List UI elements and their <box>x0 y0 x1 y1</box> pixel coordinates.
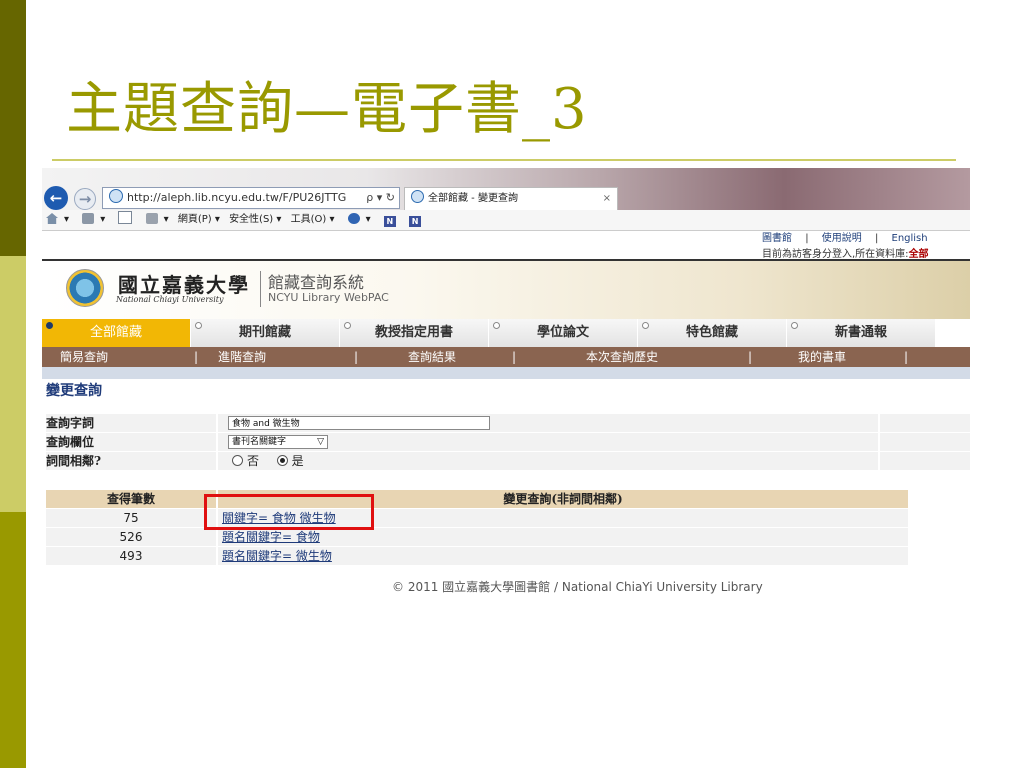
tab-dot-icon <box>46 322 53 329</box>
left-accent-bar-bottom <box>0 512 26 768</box>
row-count: 526 <box>119 530 143 544</box>
link-separator: | <box>805 233 809 244</box>
table-row: 493 題名關鍵字= 微生物 <box>46 547 908 565</box>
tab-dot-icon <box>642 322 649 329</box>
top-links: 圖書館 | 使用說明 | English <box>762 232 928 245</box>
tab-globe-icon <box>411 190 424 203</box>
university-name-cn: 國立嘉義大學 <box>118 273 250 297</box>
results-header: 查得筆數 變更查詢(非詞間相鄰) <box>46 490 908 508</box>
tab-dot-icon <box>344 322 351 329</box>
menu-tools[interactable]: 工具(O) ▾ <box>291 214 335 225</box>
col-count: 查得筆數 <box>106 492 155 506</box>
subnav-my-cart[interactable]: 我的書車 <box>798 347 846 367</box>
address-tools[interactable]: ρ ▾ ↻ <box>366 188 395 208</box>
forward-arrow-icon[interactable]: → <box>74 188 96 210</box>
footer-copyright: © 2011 國立嘉義大學圖書館 / National ChiaYi Unive… <box>392 580 763 594</box>
tab-all-collections[interactable]: 全部館藏 <box>42 319 191 347</box>
row-count: 75 <box>123 511 139 525</box>
chevron-down-icon: ▽ <box>317 437 324 447</box>
query-input[interactable]: 食物 and 微生物 <box>228 416 490 430</box>
command-bar: ▾ ▾ ▾ 網頁(P) ▾ 安全性(S) ▾ 工具(O) ▾ ▾ N N <box>42 210 970 231</box>
help-icon[interactable] <box>347 213 360 224</box>
tab-dot-icon <box>493 322 500 329</box>
radio-no-label: 否 <box>247 454 260 468</box>
tab-dot-icon <box>791 322 798 329</box>
left-accent-bar-top <box>0 0 26 256</box>
title-divider <box>52 159 956 161</box>
link-help[interactable]: 使用說明 <box>822 233 862 244</box>
form-row-query: 查詢字詞 食物 and 微生物 <box>46 414 970 432</box>
row-query-link[interactable]: 題名關鍵字= 食物 <box>222 528 320 546</box>
radio-yes-label: 是 <box>291 454 304 468</box>
menu-security[interactable]: 安全性(S) ▾ <box>229 214 281 225</box>
browser-screenshot: ← → http://aleph.lib.ncyu.edu.tw/F/PU26J… <box>42 168 970 600</box>
form-row-field: 查詢欄位 書刊名關鍵字 ▽ <box>46 433 970 451</box>
tab-theses[interactable]: 學位論文 <box>489 319 638 347</box>
adjacent-options: 否 是 <box>232 452 304 470</box>
sub-navigation: 簡易查詢 | 進階查詢 | 查詢結果 | 本次查詢歷史 | 我的書車 | <box>42 347 970 367</box>
subnav-separator: | <box>512 350 517 364</box>
link-english[interactable]: English <box>892 233 928 244</box>
address-bar[interactable]: http://aleph.lib.ncyu.edu.tw/F/PU26JTTG … <box>102 187 400 209</box>
form-row-adjacent: 詞間相鄰? 否 是 <box>46 452 970 470</box>
subnav-basic-search[interactable]: 簡易查詢 <box>60 347 108 367</box>
browser-tab[interactable]: 全部館藏 - 變更查詢 × <box>404 187 618 210</box>
menu-page[interactable]: 網頁(P) ▾ <box>178 214 220 225</box>
subnav-band <box>42 367 970 379</box>
row-count: 493 <box>119 549 143 563</box>
tab-dot-icon <box>195 322 202 329</box>
subnav-separator: | <box>904 350 909 364</box>
section-title: 變更查詢 <box>46 383 102 399</box>
radio-yes[interactable] <box>276 455 288 466</box>
subnav-history[interactable]: 本次查詢歷史 <box>586 347 658 367</box>
radio-no[interactable] <box>232 455 243 466</box>
query-label: 查詢字詞 <box>46 416 95 430</box>
home-icon[interactable] <box>46 213 58 224</box>
subnav-separator: | <box>354 350 359 364</box>
print-icon[interactable] <box>145 213 158 224</box>
table-row: 75 關鍵字= 食物 微生物 <box>46 509 908 527</box>
subnav-separator: | <box>748 350 753 364</box>
table-row: 526 題名關鍵字= 食物 <box>46 528 908 546</box>
university-name-en: National Chiayi University <box>116 295 224 304</box>
tab-new-books[interactable]: 新書通報 <box>787 319 936 347</box>
main-tabs: 全部館藏 期刊館藏 教授指定用書 學位論文 特色館藏 新書通報 <box>42 319 970 347</box>
field-select[interactable]: 書刊名關鍵字 ▽ <box>228 435 328 449</box>
system-name-cn: 館藏查詢系統 <box>268 273 365 292</box>
subnav-advanced-search[interactable]: 進階查詢 <box>218 347 266 367</box>
banner-divider <box>260 271 261 307</box>
onenote-icon-2[interactable]: N <box>409 216 422 227</box>
tab-journals[interactable]: 期刊館藏 <box>191 319 340 347</box>
tab-title: 全部館藏 - 變更查詢 <box>428 193 518 204</box>
system-name-en: NCYU Library WebPAC <box>268 291 389 304</box>
tab-reserves[interactable]: 教授指定用書 <box>340 319 489 347</box>
row-query-link[interactable]: 題名關鍵字= 微生物 <box>222 547 332 565</box>
tab-close-icon[interactable]: × <box>603 188 611 210</box>
subnav-separator: | <box>194 350 199 364</box>
address-url: http://aleph.lib.ncyu.edu.tw/F/PU26JTTG <box>127 191 347 204</box>
feed-icon[interactable] <box>82 213 95 224</box>
menu-help[interactable]: ▾ <box>366 214 371 225</box>
site-banner: 國立嘉義大學 National Chiayi University 館藏查詢系統… <box>42 261 970 319</box>
university-logo-icon[interactable] <box>66 269 104 307</box>
link-separator: | <box>874 233 879 244</box>
modify-search-form: 查詢字詞 食物 and 微生物 查詢欄位 書刊名關鍵字 ▽ 詞間相鄰? 否 是 <box>46 414 970 474</box>
onenote-icon[interactable]: N <box>383 216 396 227</box>
highlight-annotation-box <box>204 494 374 530</box>
login-status: 目前為訪客身分登入,所在資料庫:全部 <box>762 249 929 260</box>
field-label: 查詢欄位 <box>46 435 95 449</box>
left-accent-bar-middle <box>0 256 26 512</box>
back-arrow-icon[interactable]: ← <box>44 186 68 210</box>
link-library[interactable]: 圖書館 <box>762 233 792 244</box>
adjacent-label: 詞間相鄰? <box>46 454 102 468</box>
slide-title: 主題查詢—電子書_3 <box>66 77 588 142</box>
globe-icon <box>109 189 123 203</box>
mail-icon[interactable] <box>118 211 133 224</box>
subnav-results[interactable]: 查詢結果 <box>408 347 456 367</box>
tab-special-collections[interactable]: 特色館藏 <box>638 319 787 347</box>
browser-titlebar: ← → http://aleph.lib.ncyu.edu.tw/F/PU26J… <box>42 168 970 210</box>
